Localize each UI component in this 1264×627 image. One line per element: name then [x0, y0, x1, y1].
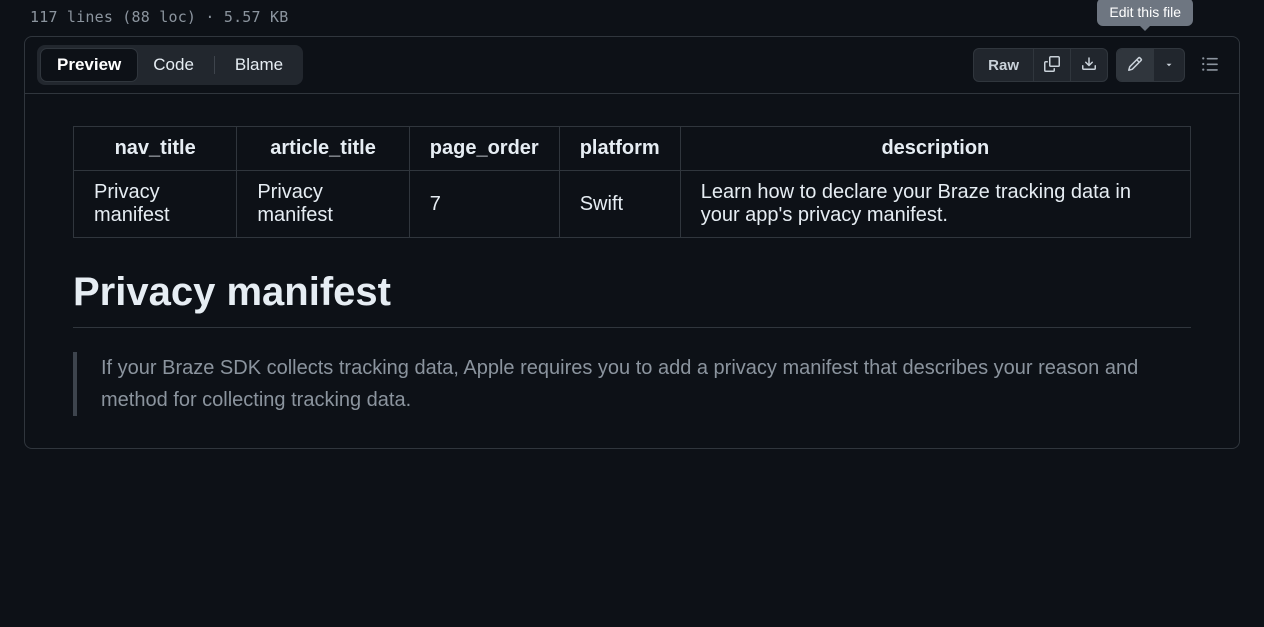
pencil-icon — [1127, 56, 1143, 75]
file-stats: 117 lines (88 loc) · 5.57 KB — [0, 0, 1264, 36]
tab-code[interactable]: Code — [137, 49, 210, 81]
file-viewer: Preview Code Blame Edit this file Raw — [24, 36, 1240, 449]
intro-blockquote: If your Braze SDK collects tracking data… — [73, 352, 1191, 416]
edit-tooltip: Edit this file — [1097, 0, 1193, 26]
outline-button[interactable] — [1193, 49, 1227, 82]
tab-blame[interactable]: Blame — [219, 49, 299, 81]
edit-actions-group — [1116, 48, 1185, 82]
td-article-title: Privacy manifest — [237, 171, 409, 238]
list-icon — [1201, 55, 1219, 76]
table-header-row: nav_title article_title page_order platf… — [74, 127, 1191, 171]
tab-preview[interactable]: Preview — [41, 49, 137, 81]
caret-down-icon — [1164, 58, 1174, 73]
download-icon — [1081, 56, 1097, 75]
raw-button[interactable]: Raw — [974, 49, 1033, 81]
th-description: description — [680, 127, 1190, 171]
raw-actions-group: Raw — [973, 48, 1108, 82]
tab-group: Preview Code Blame — [37, 45, 303, 85]
td-description: Learn how to declare your Braze tracking… — [680, 171, 1190, 238]
file-toolbar: Preview Code Blame Edit this file Raw — [25, 37, 1239, 94]
intro-text: If your Braze SDK collects tracking data… — [101, 352, 1191, 416]
download-button[interactable] — [1070, 49, 1107, 81]
td-page-order: 7 — [409, 171, 559, 238]
td-nav-title: Privacy manifest — [74, 171, 237, 238]
th-nav-title: nav_title — [74, 127, 237, 171]
frontmatter-table: nav_title article_title page_order platf… — [73, 126, 1191, 238]
page-title: Privacy manifest — [73, 270, 1191, 328]
copy-button[interactable] — [1033, 49, 1070, 81]
edit-dropdown-button[interactable] — [1153, 49, 1184, 81]
edit-button[interactable] — [1117, 49, 1153, 81]
toolbar-actions: Edit this file Raw — [973, 48, 1227, 82]
table-row: Privacy manifest Privacy manifest 7 Swif… — [74, 171, 1191, 238]
th-platform: platform — [559, 127, 680, 171]
copy-icon — [1044, 56, 1060, 75]
td-platform: Swift — [559, 171, 680, 238]
file-content: nav_title article_title page_order platf… — [25, 94, 1239, 448]
th-article-title: article_title — [237, 127, 409, 171]
tab-divider — [214, 56, 215, 74]
th-page-order: page_order — [409, 127, 559, 171]
